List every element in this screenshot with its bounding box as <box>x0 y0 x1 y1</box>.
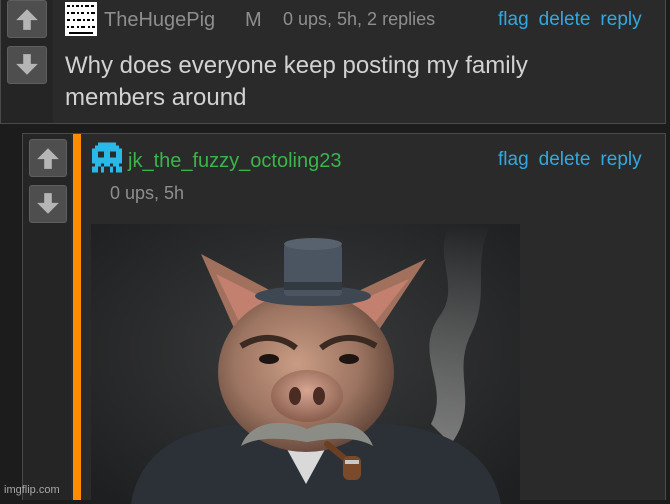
reply-link[interactable]: reply <box>600 149 641 171</box>
vote-column <box>23 134 71 500</box>
comment-reply: jk_the_fuzzy_octoling23 flag delete repl… <box>22 133 666 504</box>
arrow-up-icon <box>16 9 38 30</box>
comment-thehugepig: TheHugePig M 0 ups, 5h, 2 replies flag d… <box>0 0 666 124</box>
comment-text: Why does everyone keep posting my family… <box>65 50 528 114</box>
downvote-button[interactable] <box>29 185 67 223</box>
arrow-down-icon <box>37 193 59 214</box>
user-avatar[interactable] <box>65 2 97 36</box>
mod-badge: M <box>245 9 262 31</box>
upvote-button[interactable] <box>7 0 47 38</box>
comment-actions: flag delete reply <box>498 149 642 171</box>
octoling-avatar-icon <box>92 142 122 173</box>
delete-link[interactable]: delete <box>539 149 591 171</box>
user-avatar[interactable] <box>89 142 125 176</box>
username[interactable]: jk_the_fuzzy_octoling23 <box>128 150 341 173</box>
arrow-down-icon <box>16 54 38 75</box>
delete-link[interactable]: delete <box>539 9 591 31</box>
reply-accent-bar <box>73 134 81 500</box>
flag-link[interactable]: flag <box>498 9 529 31</box>
comment-actions: flag delete reply <box>498 9 642 31</box>
comment-image[interactable] <box>91 224 520 504</box>
upvote-button[interactable] <box>29 139 67 177</box>
flag-link[interactable]: flag <box>498 149 529 171</box>
comment-text-line: Why does everyone keep posting my family <box>65 52 528 79</box>
vote-column <box>1 0 53 123</box>
comment-meta: 0 ups, 5h, 2 replies <box>283 9 436 29</box>
username[interactable]: TheHugePig <box>104 9 215 32</box>
imgflip-watermark: imgflip.com <box>4 484 60 496</box>
pig-in-top-hat-image <box>91 224 520 504</box>
comment-meta: 0 ups, 5h <box>110 183 185 203</box>
comment-text-line: members around <box>65 84 247 111</box>
downvote-button[interactable] <box>7 46 47 84</box>
arrow-up-icon <box>37 148 59 169</box>
binary-avatar-icon <box>65 2 97 36</box>
reply-link[interactable]: reply <box>600 9 641 31</box>
